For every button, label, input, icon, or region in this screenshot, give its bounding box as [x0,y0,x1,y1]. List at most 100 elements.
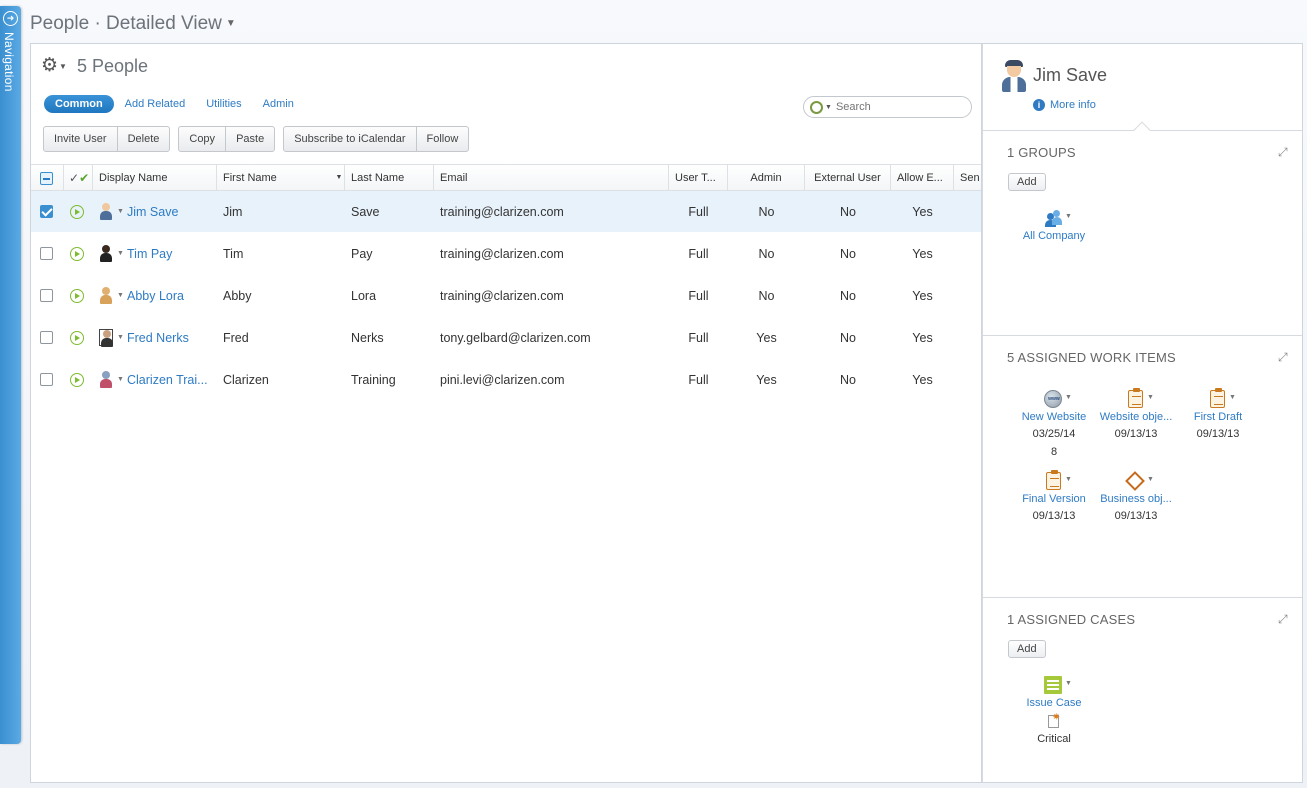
work-item[interactable]: ▼ Website obje... 09/13/13 [1095,388,1177,443]
tab-add-related[interactable]: Add Related [115,95,196,113]
table-row[interactable]: ▼ Fred Nerks Fred Nerks tony.gelbard@cla… [31,317,981,359]
expand-icon[interactable]: ⤢ [1278,612,1288,627]
groups-title: 1 GROUPS [1007,145,1076,160]
item-menu-caret-icon[interactable]: ▼ [1065,213,1072,220]
row-checkbox[interactable] [40,331,53,344]
invite-user-button[interactable]: Invite User [43,126,118,152]
user-type-cell: Full [688,289,709,303]
email-cell: training@clarizen.com [440,289,564,303]
work-item[interactable]: ▼ Business obj... 09/13/13 [1095,470,1177,525]
add-case-button[interactable]: Add [1008,640,1046,658]
search-input[interactable] [835,101,956,113]
expand-icon[interactable]: ⤢ [1278,145,1288,160]
tab-utilities[interactable]: Utilities [196,95,251,113]
play-status-icon[interactable] [70,247,84,261]
work-item-label: New Website [1021,411,1087,423]
row-menu-caret-icon[interactable]: ▼ [117,191,124,233]
column-header-email[interactable]: Email [434,165,669,191]
first-name-cell: Abby [223,289,252,303]
work-items-title: 5 ASSIGNED WORK ITEMS [1007,350,1176,365]
more-info-link[interactable]: i More info [1033,99,1096,111]
critical-severity-icon [1048,712,1060,728]
work-item[interactable]: ▼ First Draft 09/13/13 [1177,388,1259,443]
navigation-tab[interactable]: ➜ Navigation [0,6,21,744]
item-menu-caret-icon[interactable]: ▼ [1065,394,1072,401]
column-header-user-type[interactable]: User T... [669,165,728,191]
table-row[interactable]: ▼ Tim Pay Tim Pay training@clarizen.com … [31,233,981,275]
row-checkbox[interactable] [40,373,53,386]
email-cell: tony.gelbard@clarizen.com [440,331,591,345]
row-menu-caret-icon[interactable]: ▼ [117,317,124,359]
group-label: All Company [1022,230,1086,242]
case-label: Issue Case [1026,697,1082,709]
column-header-allow-e[interactable]: Allow E... [891,165,954,191]
user-type-cell: Full [688,247,709,261]
email-cell: training@clarizen.com [440,205,564,219]
tab-admin[interactable]: Admin [253,95,304,113]
play-status-icon[interactable] [70,289,84,303]
work-item-label: Final Version [1022,493,1086,505]
row-menu-caret-icon[interactable]: ▼ [117,233,124,275]
display-name-link[interactable]: Jim Save [127,191,213,233]
admin-cell: Yes [756,373,777,387]
column-header-last-name[interactable]: Last Name [345,165,434,191]
work-item[interactable]: www ▼ New Website 03/25/14 8 [1013,388,1095,461]
page-title[interactable]: People · Detailed View ▼ [30,13,236,35]
row-menu-caret-icon[interactable]: ▼ [117,275,124,317]
column-header-display-name[interactable]: Display Name [93,165,217,191]
allow-e-cell: Yes [912,373,933,387]
row-checkbox[interactable] [40,289,53,302]
case-item[interactable]: ▼ Issue Case Critical [1013,674,1095,748]
item-menu-caret-icon[interactable]: ▼ [1229,394,1236,401]
table-row[interactable]: ▼ Jim Save Jim Save training@clarizen.co… [31,191,981,233]
user-type-cell: Full [688,373,709,387]
table-row[interactable]: ▼ Clarizen Trai... Clarizen Training pin… [31,359,981,401]
table-row[interactable]: ▼ Abby Lora Abby Lora training@clarizen.… [31,275,981,317]
play-status-icon[interactable] [70,205,84,219]
column-header-external-user[interactable]: External User [805,165,891,191]
group-icon [1044,209,1062,227]
display-name-link[interactable]: Fred Nerks [127,317,213,359]
column-header-admin[interactable]: Admin [728,165,805,191]
admin-cell: No [758,247,775,261]
row-menu-caret-icon[interactable]: ▼ [117,359,124,401]
display-name-link[interactable]: Clarizen Trai... [127,359,213,401]
gear-caret-icon[interactable]: ▼ [59,62,67,71]
column-header-sen[interactable]: Sen [954,165,981,191]
copy-button[interactable]: Copy [178,126,227,152]
external-user-cell: No [840,331,856,345]
group-item[interactable]: ▼ All Company [1013,207,1095,244]
add-group-button[interactable]: Add [1008,173,1046,191]
last-name-cell: Pay [351,247,373,261]
gear-icon[interactable]: ⚙ [41,56,58,76]
play-status-icon[interactable] [70,373,84,387]
search-icon[interactable] [810,100,823,114]
column-header-first-name[interactable]: First Name [217,165,345,191]
display-name-link[interactable]: Tim Pay [127,233,213,275]
search-box[interactable]: ▼ [803,96,972,118]
row-checkbox[interactable] [40,247,53,260]
tab-common[interactable]: Common [44,95,114,113]
item-menu-caret-icon[interactable]: ▼ [1147,394,1154,401]
column-menu-caret-icon[interactable]: ▼ [334,165,344,191]
toolbar: Invite User Delete Copy Paste Subscribe … [43,126,477,152]
allow-e-cell: Yes [912,247,933,261]
row-checkbox[interactable] [40,205,53,218]
item-menu-caret-icon[interactable]: ▼ [1147,476,1154,483]
subscribe-icalendar-button[interactable]: Subscribe to iCalendar [283,126,417,152]
clipboard-group: Copy Paste [178,126,276,152]
item-menu-caret-icon[interactable]: ▼ [1065,476,1072,483]
delete-button[interactable]: Delete [116,126,171,152]
follow-button[interactable]: Follow [415,126,470,152]
cases-title: 1 ASSIGNED CASES [1007,612,1136,627]
display-name-link[interactable]: Abby Lora [127,275,213,317]
work-item-extra: 8 [1050,446,1058,458]
play-status-icon[interactable] [70,331,84,345]
cases-section: 1 ASSIGNED CASES ⤢ Add ▼ Issue Case Crit… [983,597,1302,782]
search-options-caret-icon[interactable]: ▼ [825,104,832,111]
select-all-checkbox[interactable] [40,172,53,185]
paste-button[interactable]: Paste [225,126,276,152]
expand-icon[interactable]: ⤢ [1278,350,1288,365]
item-menu-caret-icon[interactable]: ▼ [1065,680,1072,687]
work-item[interactable]: ▼ Final Version 09/13/13 [1013,470,1095,525]
